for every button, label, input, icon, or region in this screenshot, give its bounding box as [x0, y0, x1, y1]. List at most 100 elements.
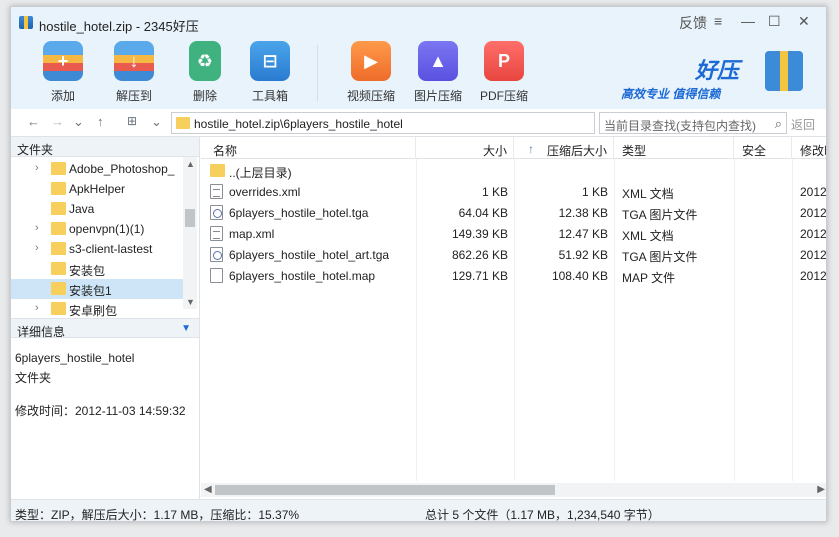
file-packed-size: 1 KB — [581, 185, 608, 199]
folder-icon — [51, 302, 66, 315]
feedback-button[interactable]: 反馈 — [679, 13, 707, 33]
folder-tree-item[interactable]: › s3-client-lastest — [11, 239, 183, 259]
folder-tree-item[interactable]: › 安卓刷包 — [11, 299, 183, 319]
return-button[interactable]: 返回 — [791, 116, 815, 133]
toolbox-label: 工具箱 — [251, 89, 288, 103]
extract-icon: ↓ — [114, 41, 154, 81]
folder-icon — [51, 202, 66, 215]
maximize-icon[interactable]: ☐ — [768, 13, 781, 30]
video-icon: ▶ — [351, 41, 391, 81]
xml-file-icon — [210, 226, 223, 241]
main-toolbar: + 添加 ↓ 解压到 ♻ 删除 ⊟ 工具箱 ▶ 视频压缩 ▲ 图片压缩 P PD… — [11, 37, 826, 109]
title-bar: hostile_hotel.zip - 2345好压 反馈 ≡ — ☐ ✕ — [11, 7, 826, 37]
file-row[interactable]: overrides.xml 1 KB 1 KB XML 文档 2012- — [201, 181, 826, 202]
file-type: MAP 文件 — [622, 271, 676, 285]
view-dropdown-icon[interactable]: ⌄ — [151, 114, 162, 130]
details-type: 文件夹 — [15, 371, 52, 385]
file-name: 6players_hostile_hotel.tga — [229, 206, 369, 220]
file-list: 名称 大小 ↑ 压缩后大小 类型 安全 修改时 ..(上层目录)override… — [201, 137, 827, 499]
folder-pane: 文件夹 › Adobe_Photoshop_ ApkHelper Java › openv… — [11, 137, 200, 499]
folder-tree-item[interactable]: Java — [11, 199, 183, 219]
search-placeholder: 当前目录查找(支持包内查找) — [604, 119, 756, 133]
file-name: 6players_hostile_hotel.map — [229, 269, 376, 283]
collapse-icon[interactable]: ▼ — [181, 323, 191, 334]
pdf-icon: P — [484, 41, 524, 81]
folder-name: ApkHelper — [69, 182, 126, 196]
column-packed-size[interactable]: ↑ 压缩后大小 — [514, 137, 614, 159]
menu-icon[interactable]: ≡ — [714, 13, 722, 29]
column-security[interactable]: 安全 — [734, 137, 792, 159]
column-modified[interactable]: 修改时 — [792, 137, 826, 159]
folder-icon — [210, 164, 225, 177]
delete-button[interactable]: ♻ 删除 — [174, 41, 236, 104]
folder-tree-item[interactable]: › Adobe_Photoshop_ — [11, 159, 183, 179]
expand-arrow-icon[interactable]: › — [35, 162, 39, 174]
folder-name: Java — [69, 202, 95, 216]
details-header[interactable]: 详细信息 ▼ — [11, 318, 199, 339]
file-modified: 2012- — [800, 206, 827, 220]
folder-tree-item[interactable]: 安装包1 — [11, 279, 183, 299]
folder-tree-item[interactable]: ApkHelper — [11, 179, 183, 199]
file-row[interactable]: 6players_hostile_hotel_art.tga 862.26 KB 5… — [201, 244, 826, 265]
add-icon: + — [43, 41, 83, 81]
file-row[interactable]: map.xml 149.39 KB 12.47 KB XML 文档 2012- — [201, 223, 827, 244]
scroll-up-icon[interactable]: ▲ — [186, 159, 195, 169]
pdf-compress-label: PDF压缩 — [479, 89, 528, 103]
app-logo-icon — [19, 16, 33, 29]
search-icon[interactable]: ⌕ — [775, 116, 782, 132]
back-arrow-icon[interactable]: ← — [27, 114, 40, 129]
scroll-down-icon[interactable]: ▼ — [186, 297, 195, 307]
expand-arrow-icon[interactable]: › — [35, 242, 39, 254]
file-packed-size: 12.47 KB — [558, 227, 608, 241]
file-type: TGA 图片文件 — [622, 208, 698, 222]
folder-tree-item[interactable]: › openvpn(1)(1) — [11, 219, 183, 239]
toolbox-icon: ⊟ — [250, 41, 290, 81]
toolbox-button[interactable]: ⊟ 工具箱 — [239, 41, 301, 104]
column-size[interactable]: 大小 — [416, 137, 514, 159]
scroll-left-icon[interactable]: ◀ — [204, 484, 212, 495]
view-mode-icon[interactable]: ⊞ — [127, 114, 137, 128]
file-size: 64.04 KB — [458, 206, 508, 220]
file-packed-size: 108.40 KB — [551, 269, 608, 283]
history-dropdown-icon[interactable]: ⌄ — [73, 114, 84, 130]
scroll-right-icon[interactable]: ▶ — [817, 484, 825, 495]
folder-tree-item[interactable]: 安装包 — [11, 259, 183, 279]
close-icon[interactable]: ✕ — [798, 13, 810, 30]
minimize-icon[interactable]: — — [741, 13, 755, 29]
forward-arrow-icon[interactable]: → — [51, 114, 64, 129]
video-compress-button[interactable]: ▶ 视频压缩 — [340, 41, 402, 104]
file-row[interactable]: ..(上层目录) — [201, 160, 826, 181]
expand-arrow-icon[interactable]: › — [35, 302, 39, 314]
archive-info: 类型：ZIP，解压后大小：1.17 MB，压缩比：15.37% — [15, 508, 300, 522]
image-icon: ▲ — [418, 41, 458, 81]
file-modified: 2012- — [800, 227, 827, 241]
file-type: XML 文档 — [622, 229, 674, 243]
extract-button[interactable]: ↓ 解压到 — [103, 41, 165, 104]
folder-scrollbar[interactable]: ▲ ▼ — [183, 157, 197, 309]
file-icon — [210, 268, 223, 283]
scroll-thumb[interactable] — [215, 485, 555, 495]
recycle-icon: ♻ — [189, 41, 221, 81]
details-modified: 修改时间：2012-11-03 14:59:32 — [15, 404, 186, 418]
image-compress-button[interactable]: ▲ 图片压缩 — [407, 41, 469, 104]
search-input[interactable]: 当前目录查找(支持包内查找) ⌕ — [599, 112, 787, 134]
xml-file-icon — [210, 184, 223, 199]
pdf-compress-button[interactable]: P PDF压缩 — [473, 41, 535, 104]
column-type[interactable]: 类型 — [614, 137, 734, 159]
file-row[interactable]: 6players_hostile_hotel.map 129.71 KB 108.4… — [201, 265, 826, 286]
expand-arrow-icon[interactable]: › — [35, 222, 39, 234]
up-arrow-icon[interactable]: ↑ — [97, 114, 104, 129]
window-title: hostile_hotel.zip - 2345好压 — [39, 19, 199, 34]
horizontal-scrollbar[interactable]: ◀ ▶ — [201, 483, 826, 497]
path-input[interactable]: hostile_hotel.zip\6players_hostile_hotel — [171, 112, 595, 134]
brand-slogan: 高效专业 值得信赖 — [621, 87, 721, 101]
folder-name: 安装包1 — [69, 284, 112, 298]
navigation-bar: ← → ⌄ ↑ ⊞ ⌄ hostile_hotel.zip\6players_h… — [11, 109, 826, 137]
add-button[interactable]: + 添加 — [32, 41, 94, 104]
file-row[interactable]: 6players_hostile_hotel.tga 64.04 KB 12.38 … — [201, 202, 827, 223]
column-name[interactable]: 名称 — [201, 137, 416, 159]
scroll-thumb[interactable] — [185, 209, 195, 227]
app-window: hostile_hotel.zip - 2345好压 反馈 ≡ — ☐ ✕ + … — [10, 6, 827, 522]
file-type: TGA 图片文件 — [622, 250, 698, 264]
brand-box-icon — [765, 51, 803, 91]
